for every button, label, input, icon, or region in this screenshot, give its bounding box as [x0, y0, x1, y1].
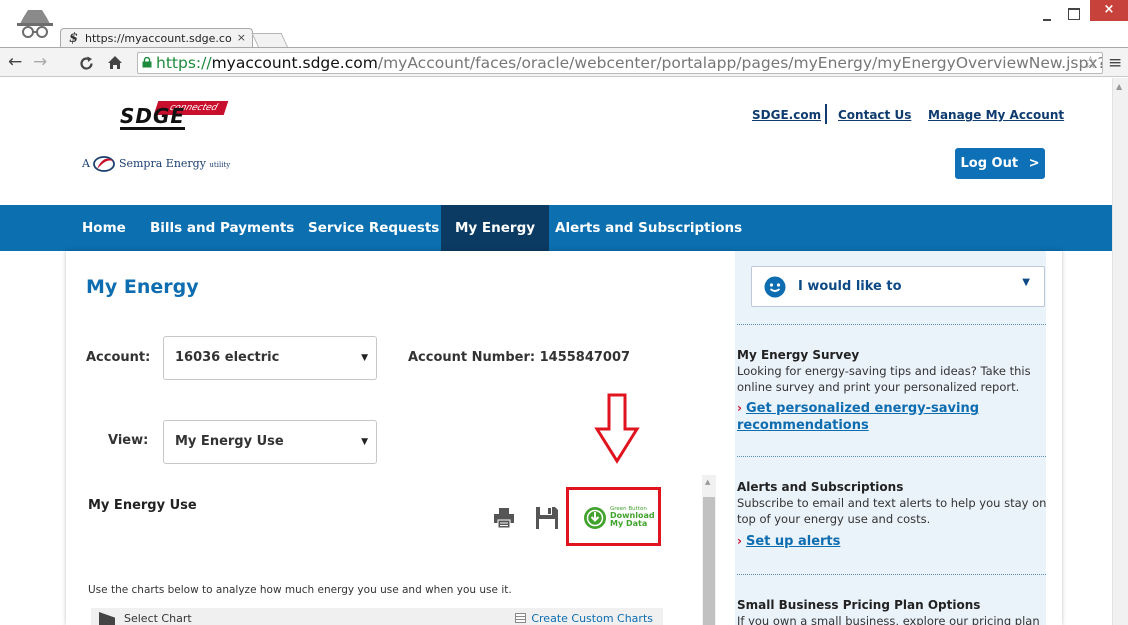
- select-chart-label[interactable]: Select Chart: [124, 612, 192, 625]
- dropdown-caret-icon: ▼: [361, 353, 368, 363]
- contact-us-link[interactable]: Contact Us: [838, 108, 911, 122]
- sidebar-divider: [737, 456, 1046, 457]
- red-down-arrow-annotation: [594, 393, 640, 464]
- logo-sdge-text: SDGE: [120, 104, 186, 130]
- dropdown-caret-icon: ▼: [361, 437, 368, 447]
- link-bullet-icon: ›: [737, 401, 742, 415]
- sidebar-divider: [737, 324, 1046, 325]
- survey-title: My Energy Survey: [737, 348, 860, 362]
- sdge-favicon-icon: $: [69, 31, 79, 46]
- tab-title: https://myaccount.sdge.co: [85, 32, 232, 45]
- account-number-value: 1455847007: [539, 350, 631, 365]
- new-tab-button[interactable]: [251, 33, 289, 48]
- browser-tab[interactable]: $ https://myaccount.sdge.co ×: [60, 28, 253, 48]
- view-select-value: My Energy Use: [175, 434, 284, 449]
- custom-charts-icon: [515, 613, 527, 623]
- header-link-divider: [825, 104, 827, 124]
- window-maximize-button[interactable]: [1068, 8, 1080, 20]
- account-number-label: Account Number:: [408, 350, 536, 365]
- page-scrollbar[interactable]: ▲: [1112, 78, 1128, 625]
- alerts-link-label: Set up alerts: [745, 534, 841, 549]
- alerts-title: Alerts and Subscriptions: [737, 480, 904, 494]
- account-number: Account Number: 1455847007: [408, 350, 630, 365]
- nav-item-service-requests[interactable]: Service Requests: [308, 205, 439, 251]
- set-up-alerts-link[interactable]: › Set up alerts: [737, 533, 1037, 550]
- url-host: myaccount.sdge.com: [211, 54, 378, 72]
- incognito-icon: [17, 10, 53, 38]
- back-arrow-icon[interactable]: ←: [8, 52, 22, 72]
- window-minimize-button[interactable]: [1042, 10, 1054, 22]
- survey-link-label: Get personalized energy-saving recommend…: [737, 401, 980, 433]
- main-navigation: Home Bills and Payments Service Requests…: [0, 205, 1112, 251]
- green-button-logo-icon[interactable]: [583, 506, 607, 530]
- browser-toolbar: ← → https://myaccount.sdge.com/myAccount…: [0, 47, 1128, 77]
- nav-item-my-energy[interactable]: My Energy: [441, 205, 550, 251]
- save-disk-icon[interactable]: [535, 506, 559, 530]
- sdge-com-link[interactable]: SDGE.com: [752, 108, 821, 122]
- panel-scrollbar-thumb[interactable]: [703, 497, 715, 625]
- view-label: View:: [108, 433, 149, 448]
- account-select[interactable]: 16036 electric ▼: [163, 336, 377, 380]
- green-button-my-data: My Data: [610, 519, 648, 528]
- logout-label: Log Out: [960, 156, 1019, 171]
- personalized-recommendations-link[interactable]: › Get personalized energy-saving recommen…: [737, 400, 1037, 434]
- panel-scrollbar[interactable]: ▲: [702, 475, 716, 625]
- tab-close-icon[interactable]: ×: [237, 31, 246, 44]
- account-select-value: 16036 electric: [175, 350, 280, 365]
- url-scheme: https://: [156, 54, 212, 72]
- sdge-logo[interactable]: connected SDGE A Sempra Energy utility: [82, 101, 262, 175]
- sempra-flame-icon: [93, 156, 116, 172]
- home-icon[interactable]: [107, 55, 123, 70]
- bookmark-star-icon[interactable]: ☆: [1083, 53, 1098, 73]
- sempra-prefix: A: [82, 157, 90, 170]
- print-icon[interactable]: [493, 507, 515, 529]
- sempra-energy-tagline: A Sempra Energy utility: [82, 155, 230, 173]
- right-sidebar: [735, 251, 1046, 625]
- manage-account-link[interactable]: Manage My Account: [928, 108, 1064, 122]
- create-custom-charts-link[interactable]: Create Custom Charts: [515, 612, 653, 625]
- nav-item-alerts-and-subscriptions[interactable]: Alerts and Subscriptions: [555, 205, 742, 251]
- browser-titlebar: $ https://myaccount.sdge.co × ×: [0, 0, 1128, 48]
- pricing-text: If you own a small business, explore our…: [737, 614, 1040, 625]
- reload-icon[interactable]: [79, 56, 94, 71]
- dropdown-label: I would like to: [798, 279, 902, 294]
- select-chart-bar: Select Chart Create Custom Charts: [91, 608, 663, 625]
- forward-arrow-icon[interactable]: →: [33, 52, 47, 72]
- browser-menu-icon[interactable]: ≡: [1108, 53, 1122, 73]
- logout-button[interactable]: Log Out >: [955, 148, 1045, 179]
- address-bar[interactable]: https://myaccount.sdge.com/myAccount/fac…: [137, 52, 1103, 74]
- sempra-name: Sempra Energy: [118, 157, 206, 170]
- dropdown-caret-icon: ▼: [1022, 277, 1030, 288]
- green-button-download-link[interactable]: Green Button Download My Data: [610, 506, 655, 528]
- alerts-text: Subscribe to email and text alerts to he…: [737, 496, 1047, 526]
- scroll-up-arrow-icon[interactable]: ▲: [705, 478, 710, 486]
- webpage: connected SDGE A Sempra Energy utility S…: [0, 78, 1112, 625]
- nav-item-bills-and-payments[interactable]: Bills and Payments: [150, 205, 294, 251]
- sempra-suffix: utility: [209, 161, 231, 169]
- select-chart-icon: [99, 612, 115, 625]
- pricing-title: Small Business Pricing Plan Options: [737, 598, 981, 612]
- link-bullet-icon: ›: [737, 534, 742, 548]
- survey-text: Looking for energy-saving tips and ideas…: [737, 364, 1031, 394]
- panel-title: My Energy Use: [88, 498, 197, 513]
- sidebar-divider: [737, 574, 1046, 575]
- page-title: My Energy: [86, 276, 199, 298]
- nav-item-home[interactable]: Home: [82, 205, 126, 251]
- chart-instructions: Use the charts below to analyze how much…: [88, 584, 512, 596]
- lock-icon: [142, 57, 152, 68]
- account-label: Account:: [86, 350, 151, 365]
- create-custom-charts-label: Create Custom Charts: [531, 612, 653, 625]
- chevron-right-icon: >: [1028, 156, 1040, 171]
- smiley-face-icon: [764, 276, 786, 298]
- scroll-up-arrow-icon[interactable]: ▲: [1116, 82, 1122, 91]
- i-would-like-to-dropdown[interactable]: I would like to ▼: [751, 266, 1045, 307]
- url-path: /myAccount/faces/oracle/webcenter/portal…: [377, 54, 1103, 72]
- view-select[interactable]: My Energy Use ▼: [163, 420, 377, 464]
- window-close-button[interactable]: ×: [1090, 0, 1128, 21]
